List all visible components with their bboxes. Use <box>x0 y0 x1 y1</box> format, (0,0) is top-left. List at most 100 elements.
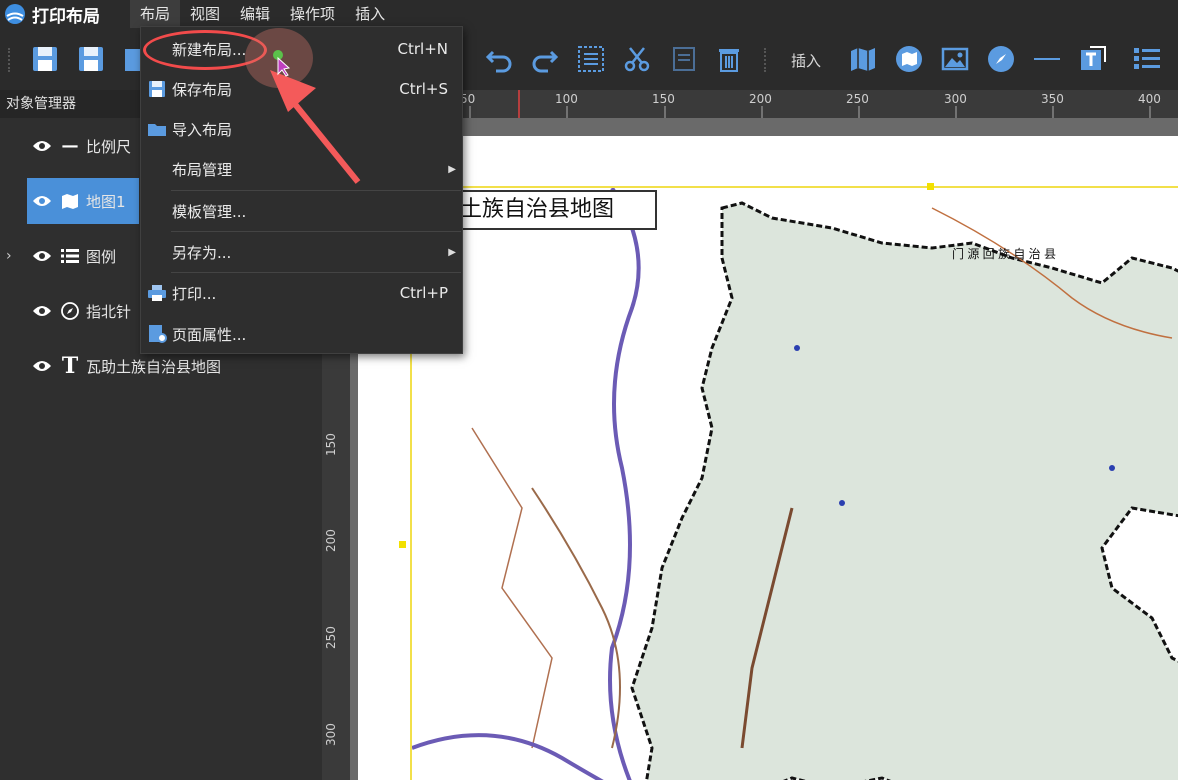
save-icon <box>149 81 165 97</box>
ruler-tick-label: 200 <box>749 92 772 106</box>
ruler-tick-label: 250 <box>846 92 869 106</box>
delete-button[interactable] <box>712 42 746 76</box>
undo-button[interactable] <box>482 42 516 76</box>
menu-view[interactable]: 视图 <box>180 0 230 28</box>
submenu-arrow-icon: ▶ <box>448 246 456 258</box>
insert-legend-button[interactable] <box>1130 42 1164 76</box>
resize-handle[interactable] <box>927 183 934 190</box>
ruler-tick-label: 150 <box>652 92 675 106</box>
menu-item-shortcut: Ctrl+P <box>399 284 448 302</box>
page-settings-icon <box>149 325 167 343</box>
ruler-tick-label: 250 <box>324 626 338 649</box>
menu-item-label: 模板管理... <box>172 202 247 221</box>
cut-button[interactable] <box>620 42 654 76</box>
menu-actions[interactable]: 操作项 <box>280 0 345 28</box>
menu-item-shortcut: Ctrl+S <box>399 80 448 98</box>
ruler-tick-label: 300 <box>324 723 338 746</box>
trash-icon <box>719 49 739 72</box>
save-as-button[interactable] <box>74 42 108 76</box>
app-title: 打印布局 <box>32 6 100 27</box>
menu-item-label: 另存为... <box>172 243 232 262</box>
save-layout-button[interactable] <box>28 42 62 76</box>
text-icon: T <box>61 353 79 379</box>
menu-layout[interactable]: 布局 <box>130 0 181 28</box>
layout-canvas[interactable]: 门 源 回 族 自 治 县 土族自治县地图 <box>350 118 1178 780</box>
menu-item-page-properties[interactable]: 页面属性... <box>141 314 464 354</box>
town-marker <box>839 500 845 506</box>
ruler-tick-label: 100 <box>555 92 578 106</box>
redo-icon <box>532 50 559 73</box>
print-layout-window: 打印布局 布局 视图 编辑 操作项 插入 插入 对象管理器 — 比例尺 地图1 … <box>0 0 1178 780</box>
insert-compass-button[interactable] <box>984 42 1018 76</box>
tree-item-label: 指北针 <box>86 302 132 321</box>
road <box>531 487 621 749</box>
menu-item-save-as[interactable]: 另存为... ▶ <box>141 232 464 272</box>
map-title-box[interactable]: 土族自治县地图 <box>452 190 657 230</box>
toolbar-separator <box>764 48 768 72</box>
town-marker <box>1109 465 1115 471</box>
menu-item-label: 保存布局 <box>172 80 233 99</box>
mouse-cursor-icon <box>277 56 291 77</box>
save-icon <box>33 47 57 71</box>
compass-icon <box>988 46 1014 72</box>
eye-icon[interactable] <box>32 194 52 208</box>
insert-map-button[interactable] <box>846 42 880 76</box>
app-logo-icon <box>5 4 25 24</box>
map-icon <box>851 48 875 71</box>
menu-item-label: 导入布局 <box>172 120 233 139</box>
menu-item-label: 页面属性... <box>172 325 247 344</box>
map-content: 门 源 回 族 自 治 县 <box>412 188 1178 780</box>
chevron-right-icon[interactable]: › <box>6 248 12 264</box>
map-frame[interactable]: 门 源 回 族 自 治 县 <box>410 186 1178 780</box>
tree-item-label: 图例 <box>86 247 117 266</box>
image-icon <box>941 47 969 71</box>
legend-icon <box>1134 48 1160 69</box>
legend-icon <box>60 246 80 266</box>
submenu-arrow-icon: ▶ <box>448 163 456 175</box>
compass-icon <box>60 301 80 321</box>
scale-bar-icon <box>1034 58 1060 60</box>
undo-icon <box>485 50 512 73</box>
ruler-tick-label: 400 <box>1138 92 1161 106</box>
menu-item-shortcut: Ctrl+N <box>397 40 448 58</box>
text-icon <box>1081 46 1106 70</box>
menu-item-label: 打印... <box>172 284 217 303</box>
region-label: 门 源 回 族 自 治 县 <box>952 246 1056 261</box>
menu-edit[interactable]: 编辑 <box>230 0 280 28</box>
select-all-icon <box>578 46 604 72</box>
select-all-button[interactable] <box>574 42 608 76</box>
scissors-icon <box>624 47 650 72</box>
ruler-tick-label: 200 <box>324 529 338 552</box>
folder-icon <box>148 124 166 136</box>
map-icon <box>60 191 80 211</box>
menu-insert[interactable]: 插入 <box>345 0 395 28</box>
eye-icon[interactable] <box>32 139 52 153</box>
globe-map-icon <box>896 46 922 72</box>
copy-button[interactable] <box>666 42 700 76</box>
eye-icon[interactable] <box>32 359 52 373</box>
pointer-arrow-annotation <box>270 50 361 184</box>
insert-text-button[interactable] <box>1076 42 1110 76</box>
menu-bar: 打印布局 布局 视图 编辑 操作项 插入 <box>0 0 1178 28</box>
ruler-tick-label: 300 <box>944 92 967 106</box>
copy-icon <box>673 47 695 71</box>
redo-button[interactable] <box>528 42 562 76</box>
tree-item-label: 瓦助土族自治县地图 <box>86 357 222 376</box>
scale-bar-icon: — <box>61 136 79 156</box>
insert-map-view-button[interactable] <box>892 42 926 76</box>
menu-item-template-manager[interactable]: 模板管理... <box>141 191 464 231</box>
tree-item-label: 地图1 <box>86 192 126 211</box>
toolbar-separator <box>8 48 12 72</box>
menu-item-print[interactable]: 打印... Ctrl+P <box>141 273 464 313</box>
eye-icon[interactable] <box>32 304 52 318</box>
insert-scale-bar-button[interactable] <box>1030 42 1064 76</box>
county-boundary <box>630 201 1178 780</box>
resize-handle[interactable] <box>399 541 406 548</box>
insert-label: 插入 <box>791 52 822 70</box>
tree-item-label: 比例尺 <box>86 137 132 156</box>
save-as-icon <box>79 47 103 71</box>
ruler-tick-label: 350 <box>1041 92 1064 106</box>
insert-image-button[interactable] <box>938 42 972 76</box>
eye-icon[interactable] <box>32 249 52 263</box>
print-icon <box>148 285 166 301</box>
